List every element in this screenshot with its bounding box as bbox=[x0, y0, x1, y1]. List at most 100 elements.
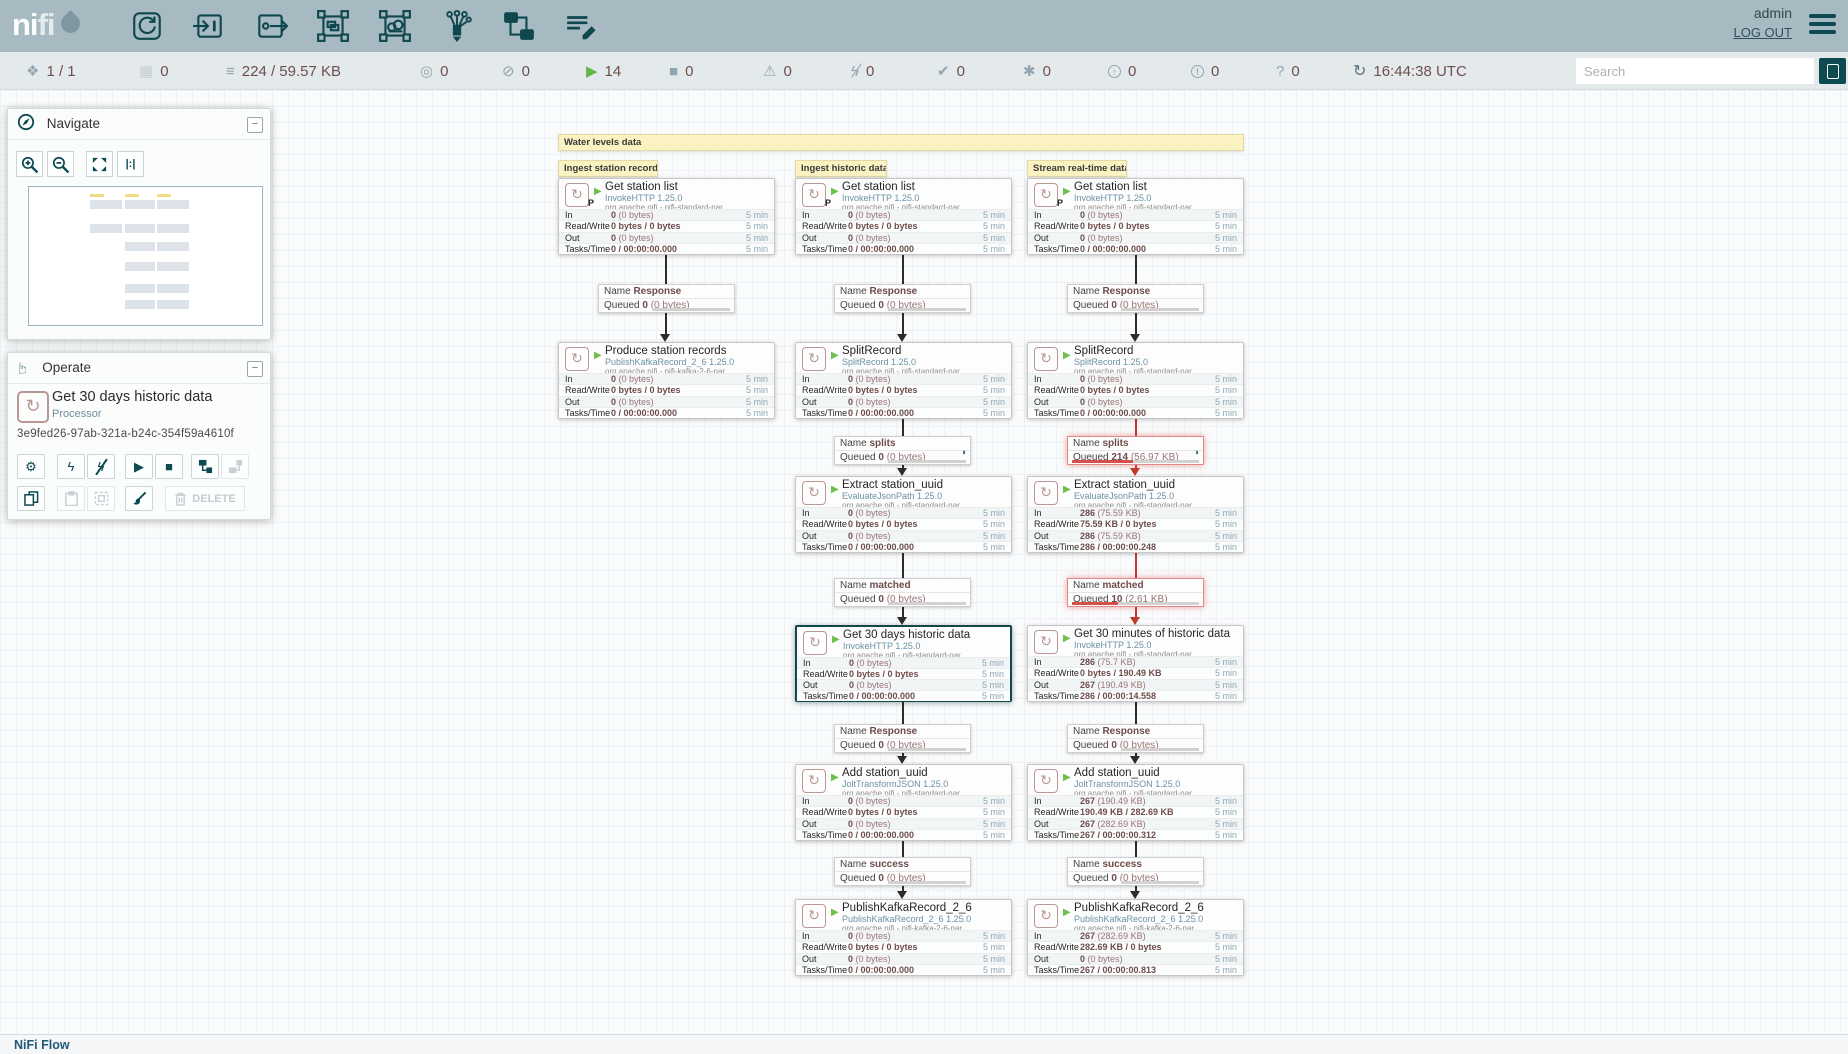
stat-window: 5 min bbox=[1215, 965, 1237, 975]
stale-versions-status: ↑0 bbox=[1108, 52, 1136, 90]
processor-icon: ↻ bbox=[1034, 183, 1058, 207]
processor-card[interactable]: ↻P▶Get station listInvokeHTTP 1.25.0org.… bbox=[1027, 178, 1244, 255]
processor-card[interactable]: ↻▶SplitRecordSplitRecord 1.25.0org.apach… bbox=[795, 342, 1012, 419]
processor-header: ↻▶Get 30 days historic dataInvokeHTTP 1.… bbox=[797, 627, 1010, 657]
zoom-actual-button[interactable]: |:| bbox=[117, 151, 144, 177]
version-control-button[interactable] bbox=[191, 454, 219, 479]
label-tool-icon[interactable] bbox=[564, 9, 598, 43]
stat-window: 5 min bbox=[1215, 680, 1237, 690]
stat-value: 0 (0 bytes) bbox=[1080, 397, 1123, 407]
copy-button[interactable] bbox=[17, 486, 45, 511]
processor-card[interactable]: ↻▶PublishKafkaRecord_2_6PublishKafkaReco… bbox=[795, 899, 1012, 976]
collapse-operate-button[interactable]: − bbox=[247, 361, 263, 377]
template-tool-icon[interactable] bbox=[502, 9, 536, 43]
enable-button[interactable]: ϟ bbox=[57, 454, 85, 479]
global-menu-button[interactable] bbox=[1809, 14, 1836, 38]
processor-stats: In0 (0 bytes)5 minRead/Write0 bytes / 0 … bbox=[1028, 209, 1243, 254]
connection-label[interactable]: Name successQueued 0 (0 bytes) bbox=[834, 857, 971, 886]
stat-value: 0 / 00:00:00.000 bbox=[1080, 408, 1146, 418]
configure-button[interactable]: ⚙ bbox=[17, 454, 45, 479]
stat-row: In267 (190.49 KB)5 min bbox=[1028, 795, 1243, 806]
stat-label: Tasks/Time bbox=[802, 244, 848, 254]
processor-card[interactable]: ↻▶Get 30 days historic dataInvokeHTTP 1.… bbox=[795, 625, 1012, 702]
breadcrumb[interactable]: NiFi Flow bbox=[14, 1038, 70, 1052]
processor-card[interactable]: ↻▶SplitRecordSplitRecord 1.25.0org.apach… bbox=[1027, 342, 1244, 419]
list-icon: ≡ bbox=[226, 63, 235, 80]
funnel-tool-icon[interactable] bbox=[440, 9, 474, 43]
zoom-fit-button[interactable] bbox=[86, 151, 113, 177]
stat-value: 0 (0 bytes) bbox=[848, 233, 891, 243]
stat-label: Read/Write bbox=[802, 385, 848, 395]
search-input[interactable] bbox=[1576, 58, 1814, 84]
start-button[interactable]: ▶ bbox=[125, 454, 153, 479]
processor-name: SplitRecord bbox=[1074, 345, 1192, 357]
processor-stats: In267 (190.49 KB)5 minRead/Write190.49 K… bbox=[1028, 795, 1243, 840]
flow-label[interactable]: Stream real-time data bbox=[1027, 160, 1127, 177]
stat-value: 0 / 00:00:00.000 bbox=[848, 408, 914, 418]
processor-icon: ↻ bbox=[565, 347, 589, 371]
connection-label[interactable]: Name ResponseQueued 0 (0 bytes) bbox=[834, 724, 971, 753]
connection-label[interactable]: Name ResponseQueued 0 (0 bytes) bbox=[1067, 724, 1204, 753]
connection-name: Name Response bbox=[1068, 725, 1203, 739]
breadcrumb-bar: NiFi Flow bbox=[0, 1034, 1848, 1054]
refresh-icon[interactable]: ↻ bbox=[1353, 61, 1366, 81]
minimap-processor bbox=[90, 200, 122, 209]
stat-row: Read/Write0 bytes / 190.49 KB5 min bbox=[1028, 667, 1243, 678]
nifi-logo: nifi bbox=[12, 7, 80, 43]
stat-window: 5 min bbox=[1215, 931, 1237, 941]
flow-label[interactable]: Ingest historic data bbox=[795, 160, 887, 177]
stat-window: 5 min bbox=[746, 210, 768, 220]
flow-label[interactable]: Ingest station records bbox=[558, 160, 658, 177]
running-status-icon: ▶ bbox=[831, 350, 839, 361]
remote-process-group-tool-icon[interactable] bbox=[378, 9, 412, 43]
stat-value: 0 bytes / 0 bytes bbox=[848, 807, 918, 817]
connection-label[interactable]: Name matchedQueued 0 (0 bytes) bbox=[834, 578, 971, 607]
minimap-label bbox=[90, 194, 104, 197]
stat-row: In0 (0 bytes)5 min bbox=[796, 930, 1011, 941]
processor-card[interactable]: ↻▶Extract station_uuidEvaluateJsonPath 1… bbox=[1027, 476, 1244, 553]
connection-label[interactable]: Name ResponseQueued 0 (0 bytes) bbox=[598, 284, 735, 313]
panel-toggle-button[interactable] bbox=[1819, 58, 1846, 84]
warning-icon: ⚠ bbox=[763, 62, 776, 80]
processor-card[interactable]: ↻▶PublishKafkaRecord_2_6PublishKafkaReco… bbox=[1027, 899, 1244, 976]
disable-button[interactable]: ϟ bbox=[87, 454, 115, 479]
processor-card[interactable]: ↻▶Get 30 minutes of historic dataInvokeH… bbox=[1027, 625, 1244, 702]
stat-window: 5 min bbox=[983, 807, 1005, 817]
zoom-out-button[interactable] bbox=[47, 151, 74, 177]
connection-label[interactable]: Name matchedQueued 10 (2.61 KB) bbox=[1067, 578, 1204, 607]
input-port-tool-icon[interactable] bbox=[192, 9, 226, 43]
collapse-navigate-button[interactable]: − bbox=[247, 117, 263, 133]
connection-label[interactable]: Name ResponseQueued 0 (0 bytes) bbox=[834, 284, 971, 313]
connection-arrow-icon bbox=[897, 468, 907, 476]
current-user-label: admin bbox=[1733, 5, 1792, 21]
connection-label[interactable]: Name splitsQueued 0 (0 bytes)◑ bbox=[834, 436, 971, 465]
processor-card[interactable]: ↻▶Add station_uuidJoltTransformJSON 1.25… bbox=[795, 764, 1012, 841]
processor-card[interactable]: ↻P▶Get station listInvokeHTTP 1.25.0org.… bbox=[558, 178, 775, 255]
output-port-tool-icon[interactable] bbox=[254, 9, 288, 43]
processor-card[interactable]: ↻▶Extract station_uuidEvaluateJsonPath 1… bbox=[795, 476, 1012, 553]
connection-label[interactable]: Name splitsQueued 214 (56.97 KB)◑ bbox=[1067, 436, 1204, 465]
zoom-in-button[interactable] bbox=[16, 151, 43, 177]
stat-value: 75.59 KB / 0 bytes bbox=[1080, 519, 1157, 529]
connection-arrow-icon bbox=[1130, 756, 1140, 764]
stat-label: Out bbox=[802, 233, 848, 243]
connection-label[interactable]: Name successQueued 0 (0 bytes) bbox=[1067, 857, 1204, 886]
process-group-tool-icon[interactable] bbox=[316, 9, 350, 43]
processor-card[interactable]: ↻▶Produce station recordsPublishKafkaRec… bbox=[558, 342, 775, 419]
minimap[interactable] bbox=[28, 186, 263, 326]
stat-value: 267 (190.49 KB) bbox=[1080, 680, 1146, 690]
flow-canvas[interactable]: Navigate − |:| ☞ Operate − bbox=[0, 90, 1848, 1034]
stat-window: 5 min bbox=[746, 374, 768, 384]
flow-label[interactable]: Water levels data bbox=[558, 134, 1244, 151]
stat-row: Read/Write190.49 KB / 282.69 KB5 min bbox=[1028, 806, 1243, 817]
color-button[interactable] bbox=[125, 486, 153, 511]
stop-button[interactable]: ■ bbox=[155, 454, 183, 479]
stat-row: Tasks/Time0 / 00:00:00.0005 min bbox=[796, 407, 1011, 418]
processor-stats: In0 (0 bytes)5 minRead/Write0 bytes / 0 … bbox=[1028, 373, 1243, 418]
processor-card[interactable]: ↻▶Add station_uuidJoltTransformJSON 1.25… bbox=[1027, 764, 1244, 841]
logout-link[interactable]: LOG OUT bbox=[1733, 25, 1792, 40]
processor-card[interactable]: ↻P▶Get station listInvokeHTTP 1.25.0org.… bbox=[795, 178, 1012, 255]
connection-label[interactable]: Name ResponseQueued 0 (0 bytes) bbox=[1067, 284, 1204, 313]
processor-tool-icon[interactable] bbox=[130, 9, 164, 43]
stat-value: 0 (0 bytes) bbox=[1080, 233, 1123, 243]
